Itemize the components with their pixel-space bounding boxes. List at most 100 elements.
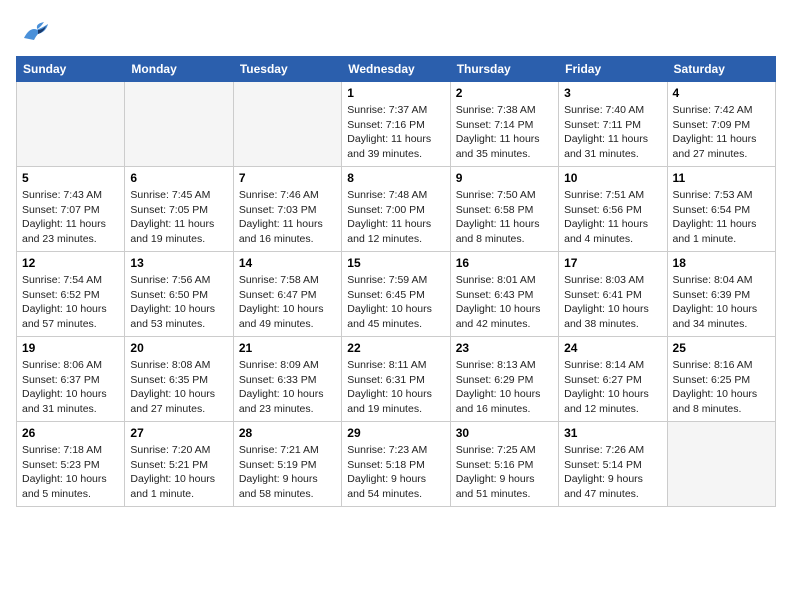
day-cell: 16Sunrise: 8:01 AM Sunset: 6:43 PM Dayli… [450,252,558,337]
day-info: Sunrise: 8:13 AM Sunset: 6:29 PM Dayligh… [456,358,553,417]
day-cell: 15 Sunrise: 7:59 AM Sunset: 6:45 PM Dayli… [342,252,450,337]
day-cell: 8Sunrise: 7:48 AM Sunset: 7:00 PM Daylig… [342,167,450,252]
weekday-header-wednesday: Wednesday [342,57,450,82]
day-info: Sunrise: 8:03 AM Sunset: 6:41 PM Dayligh… [564,273,661,332]
day-info: Sunrise: 7:18 AM Sunset: 5:23 PM Dayligh… [22,443,119,502]
day-info: Sunrise: 8:01 AM Sunset: 6:43 PM Dayligh… [456,273,553,332]
calendar-table: SundayMondayTuesdayWednesdayThursdayFrid… [16,56,776,507]
day-cell: 6 Sunrise: 7:45 AM Sunset: 7:05 PM Daylig… [125,167,233,252]
day-cell: 31 Sunrise: 7:26 AM Sunset: 5:14 PM Dayli… [559,422,667,507]
day-info: Sunrise: 7:48 AM Sunset: 7:00 PM Dayligh… [347,188,444,247]
day-info: Sunrise: 8:08 AM Sunset: 6:35 PM Dayligh… [130,358,227,417]
week-row-4: 19Sunrise: 8:06 AM Sunset: 6:37 PM Dayli… [17,337,776,422]
day-cell: 4 Sunrise: 7:42 AM Sunset: 7:09 PM Daylig… [667,82,775,167]
day-number: 4 [673,86,770,100]
day-cell: 24 Sunrise: 8:14 AM Sunset: 6:27 PM Dayli… [559,337,667,422]
day-number: 31 [564,426,661,440]
day-cell: 21 Sunrise: 8:09 AM Sunset: 6:33 PM Dayli… [233,337,341,422]
day-number: 18 [673,256,770,270]
weekday-header-sunday: Sunday [17,57,125,82]
day-info: Sunrise: 7:37 AM Sunset: 7:16 PM Dayligh… [347,103,444,162]
day-info: Sunrise: 8:04 AM Sunset: 6:39 PM Dayligh… [673,273,770,332]
day-number: 6 [130,171,227,185]
day-cell: 23 Sunrise: 8:13 AM Sunset: 6:29 PM Dayli… [450,337,558,422]
day-cell: 29 Sunrise: 7:23 AM Sunset: 5:18 PM Dayli… [342,422,450,507]
page-header [16,16,776,46]
day-cell: 2 Sunrise: 7:38 AM Sunset: 7:14 PM Daylig… [450,82,558,167]
day-number: 1 [347,86,444,100]
logo-icon [16,16,54,46]
day-number: 15 [347,256,444,270]
day-number: 26 [22,426,119,440]
day-cell: 25 Sunrise: 8:16 AM Sunset: 6:25 PM Dayli… [667,337,775,422]
day-info: Sunrise: 7:45 AM Sunset: 7:05 PM Dayligh… [130,188,227,247]
day-number: 9 [456,171,553,185]
day-cell: 20 Sunrise: 8:08 AM Sunset: 6:35 PM Dayli… [125,337,233,422]
day-info: Sunrise: 7:26 AM Sunset: 5:14 PM Dayligh… [564,443,661,502]
day-info: Sunrise: 8:11 AM Sunset: 6:31 PM Dayligh… [347,358,444,417]
day-number: 29 [347,426,444,440]
day-info: Sunrise: 7:46 AM Sunset: 7:03 PM Dayligh… [239,188,336,247]
weekday-header-monday: Monday [125,57,233,82]
day-number: 30 [456,426,553,440]
day-number: 21 [239,341,336,355]
day-info: Sunrise: 8:14 AM Sunset: 6:27 PM Dayligh… [564,358,661,417]
day-info: Sunrise: 7:42 AM Sunset: 7:09 PM Dayligh… [673,103,770,162]
day-number: 10 [564,171,661,185]
day-cell: 19Sunrise: 8:06 AM Sunset: 6:37 PM Dayli… [17,337,125,422]
day-info: Sunrise: 7:50 AM Sunset: 6:58 PM Dayligh… [456,188,553,247]
day-cell: 1 Sunrise: 7:37 AM Sunset: 7:16 PM Daylig… [342,82,450,167]
day-cell: 13Sunrise: 7:56 AM Sunset: 6:50 PM Dayli… [125,252,233,337]
day-info: Sunrise: 7:20 AM Sunset: 5:21 PM Dayligh… [130,443,227,502]
day-cell: 7 Sunrise: 7:46 AM Sunset: 7:03 PM Daylig… [233,167,341,252]
week-row-1: 1 Sunrise: 7:37 AM Sunset: 7:16 PM Daylig… [17,82,776,167]
day-info: Sunrise: 7:38 AM Sunset: 7:14 PM Dayligh… [456,103,553,162]
day-info: Sunrise: 7:23 AM Sunset: 5:18 PM Dayligh… [347,443,444,502]
day-info: Sunrise: 7:59 AM Sunset: 6:45 PM Dayligh… [347,273,444,332]
day-number: 22 [347,341,444,355]
day-cell [233,82,341,167]
day-info: Sunrise: 7:54 AM Sunset: 6:52 PM Dayligh… [22,273,119,332]
day-cell: 27 Sunrise: 7:20 AM Sunset: 5:21 PM Dayli… [125,422,233,507]
week-row-3: 12 Sunrise: 7:54 AM Sunset: 6:52 PM Dayli… [17,252,776,337]
day-info: Sunrise: 7:51 AM Sunset: 6:56 PM Dayligh… [564,188,661,247]
day-cell: 12 Sunrise: 7:54 AM Sunset: 6:52 PM Dayli… [17,252,125,337]
day-info: Sunrise: 7:25 AM Sunset: 5:16 PM Dayligh… [456,443,553,502]
weekday-header-tuesday: Tuesday [233,57,341,82]
day-number: 7 [239,171,336,185]
day-info: Sunrise: 8:09 AM Sunset: 6:33 PM Dayligh… [239,358,336,417]
day-number: 27 [130,426,227,440]
logo [16,16,58,46]
day-number: 2 [456,86,553,100]
day-info: Sunrise: 7:53 AM Sunset: 6:54 PM Dayligh… [673,188,770,247]
day-number: 24 [564,341,661,355]
day-number: 13 [130,256,227,270]
week-row-2: 5 Sunrise: 7:43 AM Sunset: 7:07 PM Daylig… [17,167,776,252]
day-number: 17 [564,256,661,270]
day-number: 5 [22,171,119,185]
day-cell: 14Sunrise: 7:58 AM Sunset: 6:47 PM Dayli… [233,252,341,337]
day-number: 23 [456,341,553,355]
day-cell: 3Sunrise: 7:40 AM Sunset: 7:11 PM Daylig… [559,82,667,167]
day-number: 3 [564,86,661,100]
day-number: 20 [130,341,227,355]
day-cell [17,82,125,167]
day-info: Sunrise: 7:43 AM Sunset: 7:07 PM Dayligh… [22,188,119,247]
day-cell: 22 Sunrise: 8:11 AM Sunset: 6:31 PM Dayli… [342,337,450,422]
day-info: Sunrise: 7:58 AM Sunset: 6:47 PM Dayligh… [239,273,336,332]
weekday-header-friday: Friday [559,57,667,82]
day-number: 12 [22,256,119,270]
day-info: Sunrise: 8:06 AM Sunset: 6:37 PM Dayligh… [22,358,119,417]
day-cell [125,82,233,167]
day-number: 25 [673,341,770,355]
week-row-5: 26 Sunrise: 7:18 AM Sunset: 5:23 PM Dayli… [17,422,776,507]
weekday-header-row: SundayMondayTuesdayWednesdayThursdayFrid… [17,57,776,82]
day-cell: 28 Sunrise: 7:21 AM Sunset: 5:19 PM Dayli… [233,422,341,507]
weekday-header-saturday: Saturday [667,57,775,82]
day-cell: 26 Sunrise: 7:18 AM Sunset: 5:23 PM Dayli… [17,422,125,507]
day-cell: 9 Sunrise: 7:50 AM Sunset: 6:58 PM Daylig… [450,167,558,252]
day-info: Sunrise: 7:21 AM Sunset: 5:19 PM Dayligh… [239,443,336,502]
day-number: 28 [239,426,336,440]
weekday-header-thursday: Thursday [450,57,558,82]
day-info: Sunrise: 8:16 AM Sunset: 6:25 PM Dayligh… [673,358,770,417]
